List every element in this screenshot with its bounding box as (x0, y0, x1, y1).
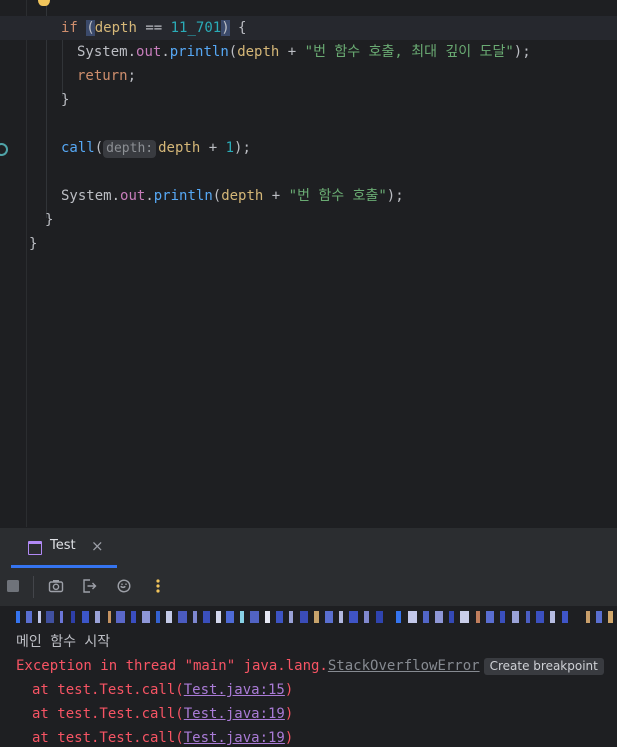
source-link[interactable]: Test.java:19 (184, 706, 285, 722)
trace-text: at test.Test.call( (32, 682, 184, 698)
class-name: System (61, 188, 112, 204)
semicolon: ; (127, 68, 137, 84)
exception-text: Exception in thread "main" java.lang. (16, 658, 328, 674)
trace-text: ) (284, 730, 294, 746)
more-vertical-icon[interactable] (150, 578, 166, 594)
operator: + (200, 140, 226, 156)
paren: ); (386, 188, 404, 204)
variable: depth (237, 44, 280, 60)
variable: depth (221, 188, 264, 204)
dot: . (127, 44, 137, 60)
operator: == (136, 20, 171, 36)
code-line-9[interactable]: } (0, 208, 617, 232)
parameter-hint: depth: (103, 140, 157, 158)
stack-trace-line: at test.Test.call(Test.java:19) (32, 702, 293, 726)
variable: depth (158, 140, 201, 156)
stop-icon[interactable] (5, 578, 21, 594)
number-literal: 11_701 (170, 20, 222, 36)
string-literal: "번 함수 호출" (288, 188, 387, 204)
run-window-icon (28, 541, 42, 555)
dot: . (145, 188, 154, 204)
method: call (61, 140, 95, 156)
method: println (169, 44, 229, 60)
keyword: if (61, 20, 78, 36)
tab-label: Test (50, 538, 76, 553)
code-line-1[interactable]: if (depth == 11_701) { (0, 16, 617, 40)
number-literal: 1 (225, 140, 235, 156)
class-name: System (77, 44, 128, 60)
operator: + (279, 44, 305, 60)
trace-text: at test.Test.call( (32, 706, 184, 722)
dot: . (161, 44, 170, 60)
paren: ( (212, 188, 222, 204)
create-breakpoint-button[interactable]: Create breakpoint (483, 658, 604, 675)
brace: { (229, 20, 247, 36)
method: println (153, 188, 213, 204)
code-line-10[interactable]: } (0, 232, 617, 256)
close-icon[interactable]: × (91, 537, 104, 555)
stack-trace-line: at test.Test.call(Test.java:19) (32, 726, 293, 747)
variable: depth (94, 20, 137, 36)
run-tool-window-header: Test × (0, 527, 617, 568)
tab-test[interactable]: Test × (11, 528, 117, 568)
trace-text: ) (284, 682, 294, 698)
console-output[interactable]: 메인 함수 시작 Exception in thread "main" java… (0, 606, 617, 747)
trace-text: at test.Test.call( (32, 730, 184, 746)
toolbar-separator (33, 576, 34, 598)
field: out (136, 44, 162, 60)
dot: . (111, 188, 121, 204)
paren-highlight: ( (86, 20, 95, 36)
paren: ( (94, 140, 104, 156)
trace-text: ) (284, 706, 294, 722)
brace: } (29, 236, 38, 252)
exception-class-link[interactable]: StackOverflowError (328, 658, 480, 674)
paren: ); (513, 44, 531, 60)
brace: } (61, 92, 70, 108)
garbled-output-line (16, 611, 616, 625)
keyword: return (77, 68, 128, 84)
brace: } (45, 212, 54, 228)
stack-trace-line: at test.Test.call(Test.java:15) (32, 678, 293, 702)
code-line-3[interactable]: return; (0, 64, 617, 88)
operator: + (263, 188, 289, 204)
source-link[interactable]: Test.java:19 (184, 730, 285, 746)
code-editor[interactable]: if (depth == 11_701) { System.out.printl… (0, 0, 617, 527)
paren: ); (234, 140, 251, 156)
paren-highlight: ) (221, 20, 230, 36)
source-link[interactable]: Test.java:15 (184, 682, 285, 698)
settings-icon[interactable] (116, 578, 132, 594)
lightbulb-icon[interactable] (38, 0, 50, 6)
console-line: 메인 함수 시작 (16, 634, 111, 650)
code-line-4[interactable]: } (0, 88, 617, 112)
code-line-6[interactable]: call(depth: depth + 1); (0, 136, 617, 160)
camera-icon[interactable] (48, 578, 64, 594)
string-literal: "번 함수 호출, 최대 깊이 도달" (304, 44, 514, 60)
field: out (120, 188, 146, 204)
code-line-8[interactable]: System.out.println(depth + "번 함수 호출"); (0, 184, 617, 208)
exit-icon[interactable] (81, 578, 97, 594)
run-toolbar (0, 568, 617, 607)
exception-line: Exception in thread "main" java.lang.Sta… (16, 654, 604, 678)
code-line-2[interactable]: System.out.println(depth + "번 함수 호출, 최대 … (0, 40, 617, 64)
paren: ( (228, 44, 238, 60)
